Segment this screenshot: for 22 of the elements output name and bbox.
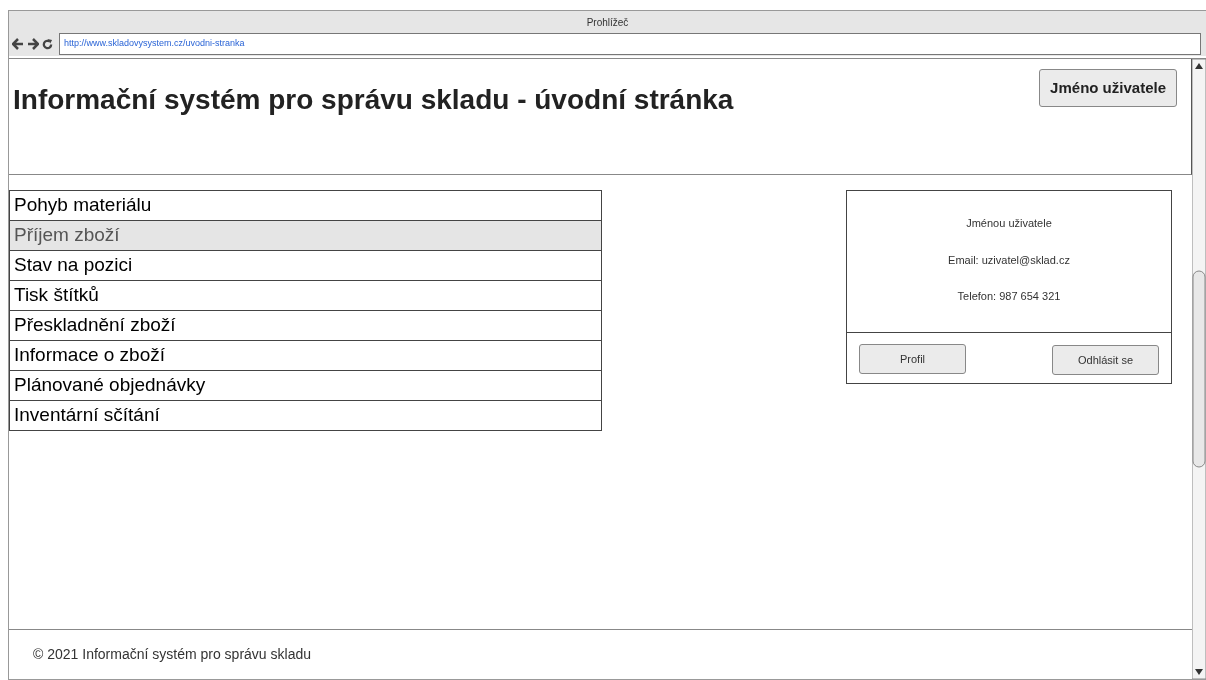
menu-item[interactable]: Příjem zboží (9, 220, 602, 251)
back-icon[interactable] (12, 38, 24, 50)
footer-text: © 2021 Informační systém pro správu skladu (33, 645, 311, 664)
user-email: Email: uzivatel@sklad.cz (948, 252, 1070, 268)
menu-item[interactable]: Tisk štítků (9, 280, 602, 311)
page-title: Informační systém pro správu skladu - úvodní stránka (13, 83, 734, 117)
reload-icon[interactable] (42, 38, 53, 50)
scrollbar-drawing[interactable] (1192, 59, 1206, 679)
logout-button[interactable]: Odhlásit se (1052, 345, 1159, 375)
menu-item[interactable]: Pohyb materiálu (9, 190, 602, 221)
menu-item[interactable]: Inventární sčítání (9, 400, 602, 431)
profile-button[interactable]: Profil (859, 344, 966, 374)
menu-item[interactable]: Plánované objednávky (9, 370, 602, 401)
forward-icon[interactable] (27, 38, 39, 50)
menu-item[interactable]: Informace o zboží (9, 340, 602, 371)
window-title: Prohlížeč (586, 15, 629, 30)
menu-item[interactable]: Stav na pozici (9, 250, 602, 281)
menu-item[interactable]: Přeskladnění zboží (9, 310, 602, 341)
user-phone: Telefon: 987 654 321 (957, 289, 1061, 304)
user-button[interactable]: Jméno uživatele (1039, 69, 1177, 107)
user-name: Jménou uživatele (966, 216, 1052, 231)
address-field[interactable]: http://www.skladovysystem.cz/uvodni-stranka (59, 33, 1201, 55)
